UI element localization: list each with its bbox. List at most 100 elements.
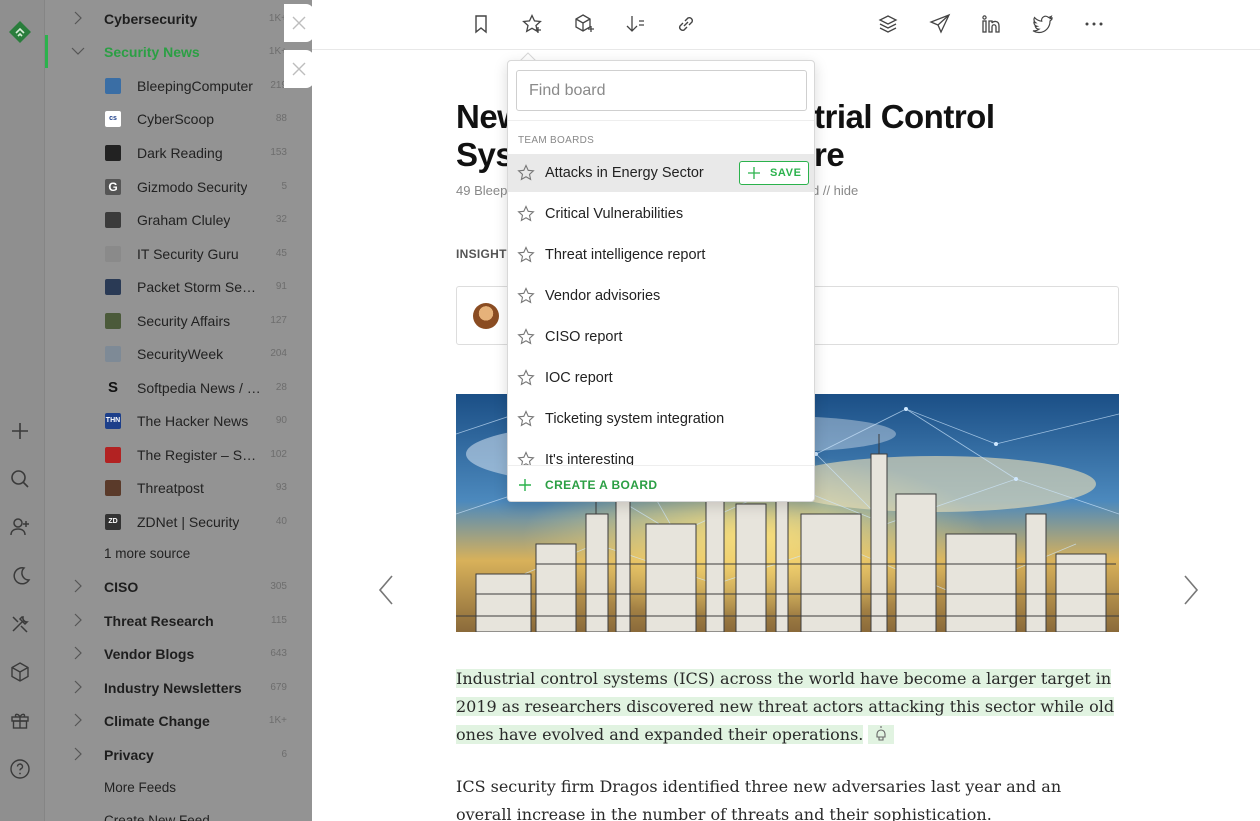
sidebar-folder-row[interactable]: Cybersecurity 1K+ <box>45 2 313 35</box>
chevron-right-icon[interactable] <box>71 11 85 25</box>
sidebar-source-row[interactable]: BleepingComputer 219 <box>45 69 313 102</box>
highlight-annotate-icon[interactable] <box>868 725 895 744</box>
board-item[interactable]: CISO report <box>508 318 814 356</box>
board-label: IOC report <box>545 370 613 386</box>
add-user-icon[interactable] <box>8 515 32 539</box>
star-icon <box>517 287 535 304</box>
chevron-right-icon[interactable] <box>71 680 85 694</box>
board-label: Threat intelligence report <box>545 247 706 263</box>
sidebar-source-row[interactable]: ZD ZDNet | Security 40 <box>45 505 313 538</box>
create-board-button[interactable]: CREATE A BOARD <box>508 465 814 501</box>
feedly-logo-icon[interactable] <box>6 18 34 46</box>
sidebar-link-row[interactable]: 1 more source <box>45 537 313 570</box>
board-item[interactable]: Vendor advisories <box>508 277 814 315</box>
help-icon[interactable] <box>8 757 32 781</box>
close-panel-button[interactable] <box>284 50 314 88</box>
mark-read-down-icon[interactable] <box>623 12 647 36</box>
sidebar-source-row[interactable]: THN The Hacker News 90 <box>45 404 313 437</box>
unread-count: 115 <box>271 615 287 626</box>
layers-icon[interactable] <box>876 12 900 36</box>
star-icon <box>517 246 535 263</box>
board-item[interactable]: Attacks in Energy Sector SAVE <box>508 154 814 192</box>
next-article-button[interactable] <box>1181 574 1201 606</box>
sidebar-source-row[interactable]: Packet Storm Sec… 91 <box>45 270 313 303</box>
board-item[interactable]: IOC report <box>508 359 814 397</box>
source-label: Dark Reading <box>137 144 223 161</box>
source-label: Gizmodo Security <box>137 178 248 195</box>
sidebar-source-row[interactable]: SecurityWeek 204 <box>45 337 313 370</box>
linkedin-icon[interactable] <box>979 12 1003 36</box>
unread-count: 40 <box>275 516 287 527</box>
theregister-favicon <box>105 446 121 463</box>
star-icon[interactable] <box>520 12 544 36</box>
sidebar-folder-row[interactable]: CISO 305 <box>45 570 313 603</box>
twitter-icon[interactable] <box>1031 12 1055 36</box>
sidebar-folder-row[interactable]: Security News 1K+ <box>45 35 313 68</box>
sidebar-source-row[interactable]: Security Affairs 127 <box>45 304 313 337</box>
add-icon[interactable] <box>8 419 32 443</box>
close-icon <box>292 62 306 76</box>
article-meta: 49 Bleep <box>456 183 508 198</box>
unread-count: 91 <box>275 281 287 292</box>
previous-article-button[interactable] <box>376 574 396 606</box>
unread-count: 6 <box>281 749 287 760</box>
find-board-input[interactable] <box>516 70 807 111</box>
send-icon[interactable] <box>928 12 952 36</box>
grahamcluley-favicon <box>105 211 121 228</box>
sidebar-folder-row[interactable]: Threat Research 115 <box>45 604 313 637</box>
sidebar-link-row[interactable]: More Feeds <box>45 771 313 804</box>
night-mode-icon[interactable] <box>8 564 32 588</box>
chevron-right-icon[interactable] <box>71 713 85 727</box>
chevron-right-icon[interactable] <box>71 613 85 627</box>
sidebar-folder-row[interactable]: Climate Change 1K+ <box>45 704 313 737</box>
unread-count: 153 <box>270 147 287 158</box>
sidebar-source-row[interactable]: G Gizmodo Security 5 <box>45 170 313 203</box>
sidebar-source-row[interactable]: Graham Cluley 32 <box>45 203 313 236</box>
save-to-board-button[interactable]: SAVE <box>739 161 809 185</box>
sidebar-link-row[interactable]: Create New Feed <box>45 804 313 821</box>
chevron-right-icon <box>1184 575 1199 605</box>
board-item[interactable]: Ticketing system integration <box>508 400 814 438</box>
search-icon[interactable] <box>8 467 32 491</box>
link-icon[interactable] <box>674 12 698 36</box>
source-label: The Register – Se… <box>137 446 263 463</box>
board-label: Vendor advisories <box>545 288 661 304</box>
unread-count: 204 <box>270 348 287 359</box>
chevron-right-icon[interactable] <box>71 579 85 593</box>
source-label: The Hacker News <box>137 412 249 429</box>
unread-count: 90 <box>275 415 287 426</box>
add-to-box-icon[interactable] <box>572 12 596 36</box>
article-toolbar <box>312 0 1260 50</box>
close-article-button[interactable] <box>284 4 314 42</box>
sidebar-folder-row[interactable]: Industry Newsletters 679 <box>45 671 313 704</box>
title-line2-right: re <box>814 136 845 173</box>
itsecurityguru-favicon <box>105 245 121 262</box>
sidebar-source-row[interactable]: IT Security Guru 45 <box>45 237 313 270</box>
chevron-right-icon[interactable] <box>71 747 85 761</box>
securityweek-favicon <box>105 345 121 362</box>
sidebar-source-row[interactable]: S Softpedia News / … 28 <box>45 371 313 404</box>
team-boards-heading: TEAM BOARDS <box>518 135 595 146</box>
threatpost-favicon <box>105 479 121 496</box>
title-line2-left: Sys <box>456 136 514 173</box>
board-item[interactable]: Critical Vulnerabilities <box>508 195 814 233</box>
sidebar-folder-row[interactable]: Vendor Blogs 643 <box>45 637 313 670</box>
sidebar-source-row[interactable]: The Register – Se… 102 <box>45 438 313 471</box>
box-icon[interactable] <box>8 660 32 684</box>
more-icon[interactable] <box>1082 12 1106 36</box>
sidebar-source-row[interactable]: Dark Reading 153 <box>45 136 313 169</box>
unread-count: 5 <box>281 181 287 192</box>
tools-icon[interactable] <box>8 612 32 636</box>
sidebar-folder-row[interactable]: Privacy 6 <box>45 738 313 771</box>
chevron-down-icon[interactable] <box>71 44 85 58</box>
article-meta-actions[interactable]: d // hide <box>812 183 858 198</box>
highlighted-text[interactable]: Industrial control systems (ICS) across … <box>456 669 1115 744</box>
article-paragraph-1: Industrial control systems (ICS) across … <box>456 665 1116 749</box>
bookmark-icon[interactable] <box>469 12 493 36</box>
sidebar-source-row[interactable]: cs CyberScoop 88 <box>45 102 313 135</box>
chevron-right-icon[interactable] <box>71 646 85 660</box>
divider <box>508 120 814 121</box>
gift-icon[interactable] <box>8 708 32 732</box>
sidebar-source-row[interactable]: Threatpost 93 <box>45 471 313 504</box>
board-item[interactable]: Threat intelligence report <box>508 236 814 274</box>
